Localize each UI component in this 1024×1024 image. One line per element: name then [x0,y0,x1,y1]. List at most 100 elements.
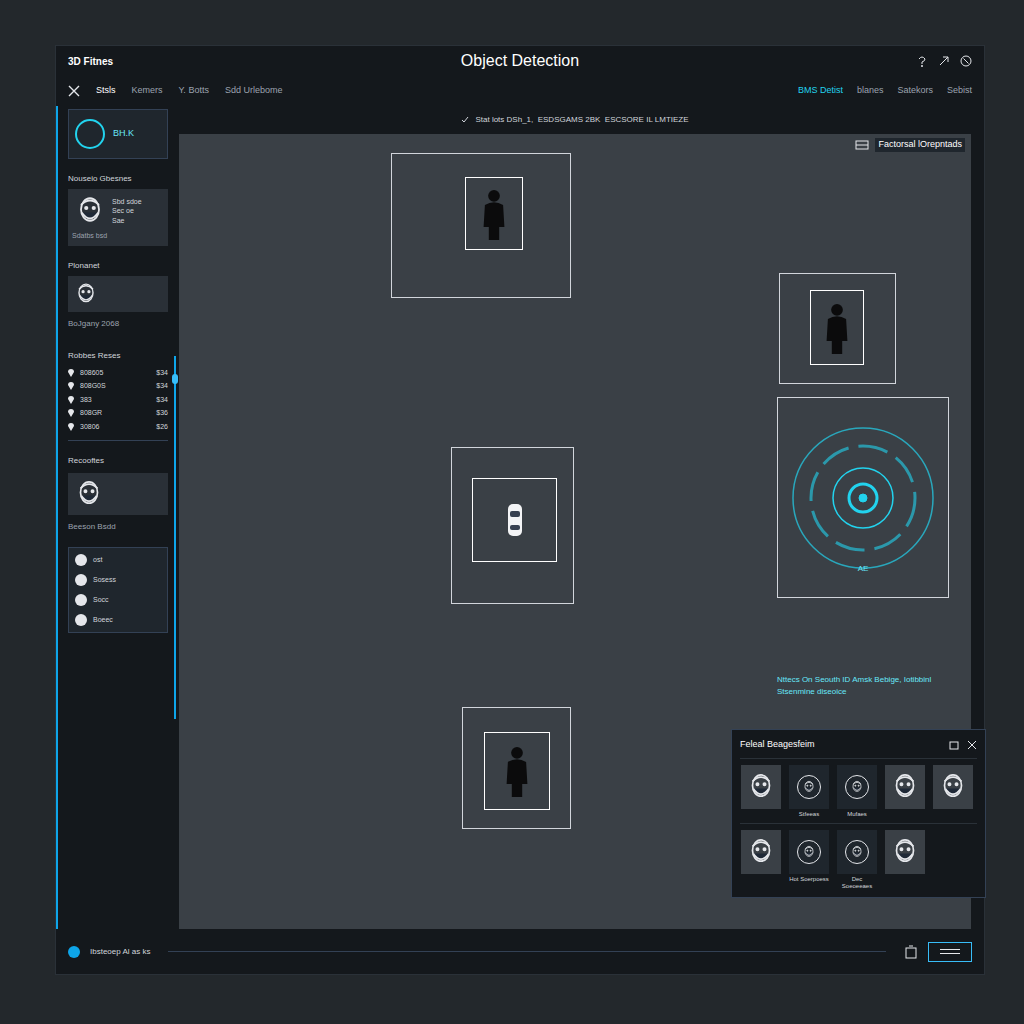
tab[interactable]: Y. Botts [179,84,209,98]
face-label: Stfeeas [799,811,819,818]
result-code: 808G0S [80,381,150,392]
person-icon [503,745,531,797]
profile-footer: Sdatbs bsd [72,231,164,242]
detection-box[interactable] [779,273,896,384]
profile-card[interactable]: Sbd sdoeSec oeSaeSdatbs bsd [68,189,168,246]
result-value: $34 [156,381,168,392]
face-icon [744,770,778,804]
help-icon[interactable] [916,55,928,67]
status-bar: Ibsteoep Al as ks [56,929,984,974]
power-icon[interactable] [960,55,972,67]
person-row[interactable]: Sosess [75,574,161,586]
tab[interactable]: Stsls [96,84,116,98]
face-panel-actions [949,740,977,750]
face-tile[interactable] [740,765,782,818]
menu-line-icon [940,949,960,950]
face-tile[interactable] [884,830,926,889]
face-icon [849,779,865,795]
scroll-thumb[interactable] [172,374,178,384]
detection-box[interactable] [391,153,571,298]
map-note-line: Stsenmine diseoice [777,686,931,698]
pin-icon [68,382,74,390]
face-tile[interactable] [740,830,782,889]
tab[interactable]: BMS Detist [798,84,843,98]
profile-card[interactable] [68,276,168,312]
map-note: Nttecs On Seouth ID Amsk Bebige, Iotibbi… [777,674,931,698]
face-tile[interactable]: Stfeeas [788,765,830,818]
title-actions [852,55,972,67]
pin-icon [68,396,74,404]
face-label: Hot Soerpoess [789,876,829,883]
section-title: Plonanet [68,260,168,272]
face-panel: Feleal BeagesfeimStfeeasMufaesHot Soerpo… [731,729,986,898]
car-icon [495,490,535,550]
face-thumb [837,830,877,874]
face-tile[interactable]: Hot Soerpoess [788,830,830,889]
face-tile[interactable]: Mufaes [836,765,878,818]
tab[interactable]: Kemers [132,84,163,98]
result-row[interactable]: 808605$34 [68,368,168,379]
tab[interactable]: Sebist [947,84,972,98]
menu-button[interactable] [928,942,972,962]
tab[interactable]: Satekors [897,84,933,98]
avatar-ring-icon [845,840,869,864]
sidebar-scrollbar[interactable] [171,106,179,929]
result-value: $34 [156,368,168,379]
face-thumb [837,765,877,809]
profile-card[interactable] [68,473,168,515]
close-icon[interactable] [967,740,977,750]
sidebar: BH.K Nouseio Gbesnes Sbd sdoeSec oeSaeSdat… [56,106,179,929]
face-tile[interactable] [884,765,926,818]
avatar-ring-icon [797,840,821,864]
sidebar-caption: BoJgany 2068 [68,318,168,330]
people-list: ost Sosess Socc Boeec [68,547,168,633]
list-title: Robbes Reses [68,350,168,362]
face-tile[interactable]: Dec Soeoeeaes [836,830,878,889]
person-label: Boeec [93,615,113,626]
info-text: Stat lots DSh_1, ESDSGAMS 2BK ESCSORE IL… [475,114,688,126]
result-value: $34 [156,395,168,406]
person-row[interactable]: ost [75,554,161,566]
sidebar-section: Plonanet [68,260,168,312]
person-row[interactable]: Boeec [75,614,161,626]
tab[interactable]: blanes [857,84,884,98]
person-label: Socc [93,595,109,606]
battery-icon[interactable] [904,945,918,959]
tab[interactable]: Sdd Urlebome [225,84,283,98]
status-text: Ibsteoep Al as ks [90,946,150,958]
result-row[interactable]: 30806$26 [68,422,168,433]
detection-box[interactable] [462,707,571,829]
profile-line: Sec oe [112,206,142,215]
status-reading: BH.K [113,127,134,141]
status-card[interactable]: BH.K [68,109,168,159]
face-thumb [741,765,781,809]
window-icon[interactable] [949,740,959,750]
person-avatar-icon [75,594,87,606]
info-line: Stat lots DSh_1, ESDSGAMS 2BK ESCSORE IL… [179,106,971,134]
radar-icon [788,423,938,573]
result-row[interactable]: 808GR$36 [68,408,168,419]
tabs-left: Stsls Kemers Y. Botts Sdd Urlebome [68,84,282,98]
face-thumb [789,830,829,874]
person-avatar-icon [75,554,87,566]
map-view[interactable]: Factorsal lOrepntadsAENttecs On Seouth I… [179,134,971,929]
scan-box[interactable]: AE [777,397,949,598]
expand-icon[interactable] [938,55,950,67]
person-row[interactable]: Socc [75,594,161,606]
close-icon[interactable] [68,85,80,97]
detection-box[interactable] [451,447,574,604]
face-icon [801,844,817,860]
section-title: Nouseio Gbesnes [68,173,168,185]
status-ring-icon [75,119,105,149]
person-avatar-icon [75,614,87,626]
person-label: ost [93,555,102,566]
result-code: 808GR [80,408,150,419]
face-tile[interactable] [932,765,974,818]
face-icon [801,779,817,795]
status-dot-icon [68,946,80,958]
result-row[interactable]: 383$34 [68,395,168,406]
face-icon [72,280,100,308]
face-icon [888,770,922,804]
result-row[interactable]: 808G0S $34 [68,381,168,392]
title-bar: 3D FitnesObject Detection [56,46,984,76]
